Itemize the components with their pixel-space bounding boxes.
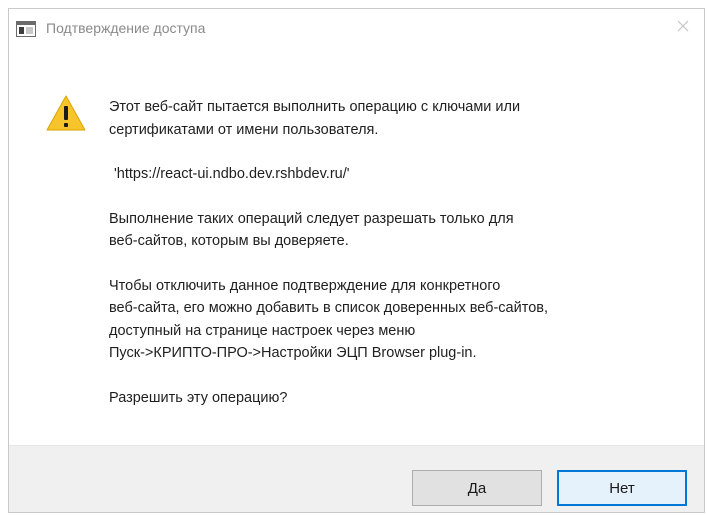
no-button[interactable]: Нет (557, 470, 687, 506)
window-title: Подтверждение доступа (46, 20, 206, 36)
dialog-content: Этот веб-сайт пытается выполнить операци… (9, 47, 704, 445)
yes-button[interactable]: Да (412, 470, 542, 506)
close-icon (677, 19, 689, 37)
message-question: Разрешить эту операцию? (109, 389, 288, 406)
warning-triangle-icon (46, 95, 86, 131)
message-trust-note: Выполнение таких операций следует разреш… (109, 210, 514, 250)
message-intro: Этот веб-сайт пытается выполнить операци… (109, 99, 521, 138)
window-app-icon (16, 21, 36, 37)
message-text: Этот веб-сайт пытается выполнить операци… (109, 96, 669, 431)
access-confirmation-dialog: Подтверждение доступа Этот веб-сайт пыта… (8, 8, 705, 513)
message-disable-hint: Чтобы отключить данное подтверждение для… (109, 277, 548, 362)
site-url: 'https://react-ui.ndbo.dev.rshbdev.ru/' (114, 166, 350, 182)
button-bar: Да Нет (9, 445, 704, 512)
close-button[interactable] (662, 9, 704, 47)
title-bar[interactable]: Подтверждение доступа (9, 9, 704, 47)
